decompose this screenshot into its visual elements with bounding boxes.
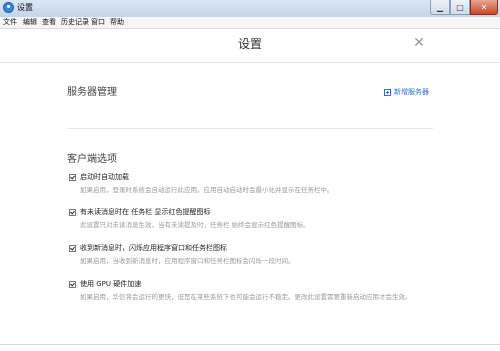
add-icon [384, 89, 391, 96]
section-divider [67, 128, 433, 129]
menu-edit[interactable]: 编辑 [23, 17, 37, 28]
gpu-acceleration-checkbox[interactable] [69, 281, 76, 288]
window-title: 设置 [17, 3, 33, 12]
option-label: 启动时自动加载 [80, 173, 129, 181]
maximize-button[interactable]: □ [450, 0, 470, 15]
window-close-button[interactable]: ✕ [470, 0, 498, 15]
unread-badge-checkbox[interactable] [69, 209, 76, 216]
option-description: 此设置只对未读消息生效，当有未读提及时，任务栏 始终会显示红色提醒图标。 [80, 221, 310, 229]
option-description: 如果启用，当收到新消息时，应用程序窗口和任务栏图标会闪烁一段时间。 [80, 257, 295, 265]
auto-launch-checkbox[interactable] [69, 174, 76, 181]
dialog-close-button[interactable]: ✕ [412, 35, 426, 51]
option-label: 有未读消息时在 任务栏 显示红色提醒图标 [80, 208, 211, 216]
menu-view[interactable]: 查看 [42, 17, 56, 28]
flash-window-checkbox[interactable] [69, 245, 76, 252]
client-section-title: 客户端选项 [67, 154, 117, 165]
close-icon: ✕ [480, 2, 488, 12]
bottom-divider [0, 344, 500, 345]
minimize-button[interactable]: ▁ [430, 0, 450, 15]
option-label: 收到新消息时，闪烁应用程序窗口和任务栏图标 [80, 244, 227, 252]
settings-window: 设置 ▁ □ ✕ 文件 编辑 查看 历史记录 窗口 帮助 设置 ✕ 服务器管理 … [0, 0, 500, 351]
close-icon: ✕ [413, 35, 425, 51]
menu-bar: 文件 编辑 查看 历史记录 窗口 帮助 [0, 17, 500, 29]
option-label: 使用 GPU 硬件加速 [80, 280, 142, 288]
menu-file[interactable]: 文件 [3, 17, 17, 28]
maximize-icon: □ [456, 2, 464, 12]
add-server-button[interactable]: 新增服务器 [384, 87, 429, 98]
header-divider [0, 62, 500, 63]
minimize-icon: ▁ [436, 2, 444, 12]
server-section-title: 服务器管理 [67, 87, 117, 98]
option-description: 如果启用，华信将会运行的更快，但是在某些系统下也可能会运行不稳定。更改此设置需要… [80, 293, 412, 301]
option-description: 如果启用，登录时系统会自动运行此应用。应用自动启动时会最小化并显示在任务栏中。 [80, 186, 334, 194]
app-logo-icon [3, 2, 14, 13]
add-server-label: 新增服务器 [394, 88, 429, 96]
title-bar[interactable]: 设置 ▁ □ ✕ [0, 0, 500, 18]
menu-history[interactable]: 历史记录 [61, 17, 89, 28]
menu-help[interactable]: 帮助 [110, 17, 124, 28]
menu-window[interactable]: 窗口 [91, 17, 105, 28]
